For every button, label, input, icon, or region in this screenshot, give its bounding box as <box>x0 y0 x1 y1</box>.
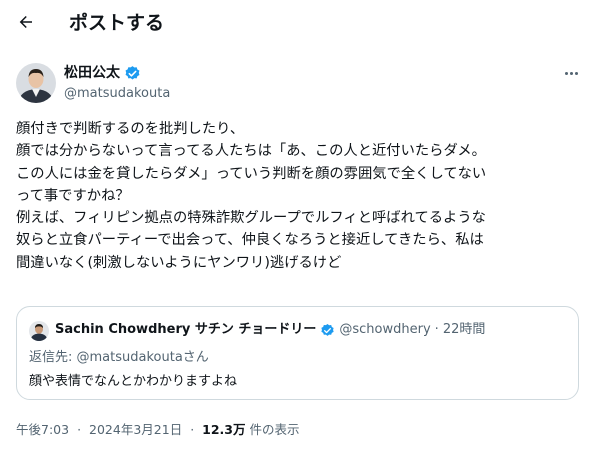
post-metadata: 午後7:03 · 2024年3月21日 · 12.3万 件の表示 <box>16 421 300 439</box>
post-date[interactable]: 2024年3月21日 <box>89 422 182 437</box>
author-name[interactable]: 松田公太 <box>64 64 120 82</box>
view-count-label: 件の表示 <box>249 422 300 437</box>
post-time[interactable]: 午後7:03 <box>16 422 69 437</box>
quoted-tweet-card[interactable]: Sachin Chowdhery サチン チョードリー @schowdhery … <box>16 306 579 400</box>
more-dot-icon <box>574 71 578 75</box>
separator-dot: · <box>434 322 439 337</box>
verified-badge-icon <box>125 65 140 80</box>
more-dot-icon <box>564 71 568 75</box>
view-count: 12.3万 <box>202 422 246 437</box>
more-dot-icon <box>569 71 573 75</box>
back-button[interactable] <box>12 8 40 36</box>
page-title: ポストする <box>69 12 165 34</box>
quote-header: Sachin Chowdhery サチン チョードリー @schowdhery … <box>55 321 485 339</box>
quote-author-avatar[interactable] <box>29 321 49 341</box>
tweet-line: 顔付きで判断するのを批判したり、 <box>16 121 245 137</box>
separator-dot: · <box>190 422 195 437</box>
arrow-left-icon <box>19 16 32 28</box>
tweet-line: 奴らと立食パーティーで出会って、仲良くなろうと接近してきたら、私は <box>16 232 484 249</box>
tweet-text: 顔付きで判断するのを批判したり、 顔では分からないって言ってる人たちは「あ、この… <box>16 118 586 274</box>
separator-dot: · <box>77 422 82 437</box>
quote-text: 顔や表情でなんとかわかりますよね <box>29 374 238 389</box>
top-bar: ポストする <box>0 0 595 48</box>
tweet-line: 間違いなく(刺激しないようにヤンワリ)逃げるけど <box>16 254 342 271</box>
author-name-row[interactable]: 松田公太 <box>64 64 141 82</box>
tweet-line: 例えば、フィリピン拠点の特殊詐欺グループでルフィと呼ばれてるような <box>16 210 486 227</box>
more-options-button[interactable] <box>560 64 582 82</box>
verified-badge-icon <box>321 323 335 336</box>
tweet-line: この人には金を貸したらダメ」っていう判断を顔の雰囲気で全くしてない <box>16 165 487 182</box>
quote-author-handle[interactable]: @schowdhery <box>339 321 430 339</box>
author-handle[interactable]: @matsudakouta <box>64 85 170 102</box>
tweet-line: 顔では分からないって言ってる人たちは「あ、この人と近付いたらダメ。 <box>16 143 486 160</box>
tweet-line: って事ですかね？ <box>16 187 130 204</box>
quote-author-name[interactable]: Sachin Chowdhery サチン チョードリー <box>55 321 316 339</box>
author-avatar[interactable] <box>16 63 56 103</box>
quote-reply-to: 返信先: @matsudakoutaさん <box>29 350 209 365</box>
quote-timestamp[interactable]: 22時間 <box>443 321 486 339</box>
